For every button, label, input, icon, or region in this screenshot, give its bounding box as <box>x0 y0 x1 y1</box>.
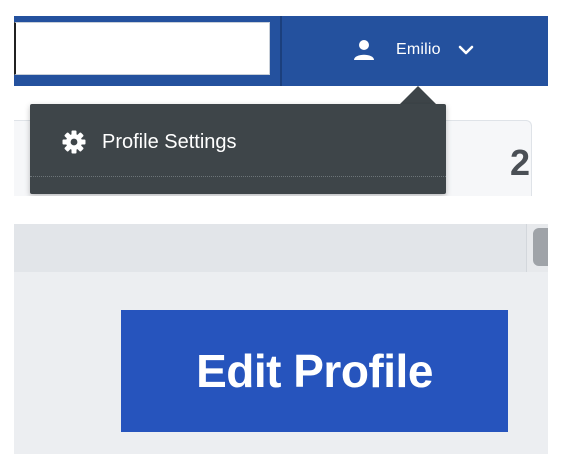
menu-item-label: Profile Settings <box>102 130 237 153</box>
edit-profile-label: Edit Profile <box>196 345 433 397</box>
dropdown-caret <box>400 86 436 104</box>
user-name: Emilio <box>396 41 441 58</box>
menu-divider <box>30 176 446 177</box>
menu-item-profile-settings[interactable]: Profile Settings <box>30 114 446 170</box>
gear-icon <box>60 128 88 156</box>
chevron-down-icon <box>455 39 477 61</box>
search-input[interactable] <box>14 22 270 75</box>
section-gap <box>0 196 588 224</box>
page: Emilio 2 Profile Settings Edit Profile <box>0 0 588 467</box>
user-menu-area: Emilio <box>280 16 548 86</box>
grey-panel <box>14 224 548 272</box>
person-icon <box>352 38 376 62</box>
user-dropdown-menu: Profile Settings <box>30 104 446 194</box>
scrollbar-thumb[interactable] <box>533 228 548 266</box>
user-menu-button[interactable]: Emilio <box>352 32 477 68</box>
edit-profile-button[interactable]: Edit Profile <box>121 310 508 432</box>
stat-value: 2 <box>509 142 530 183</box>
